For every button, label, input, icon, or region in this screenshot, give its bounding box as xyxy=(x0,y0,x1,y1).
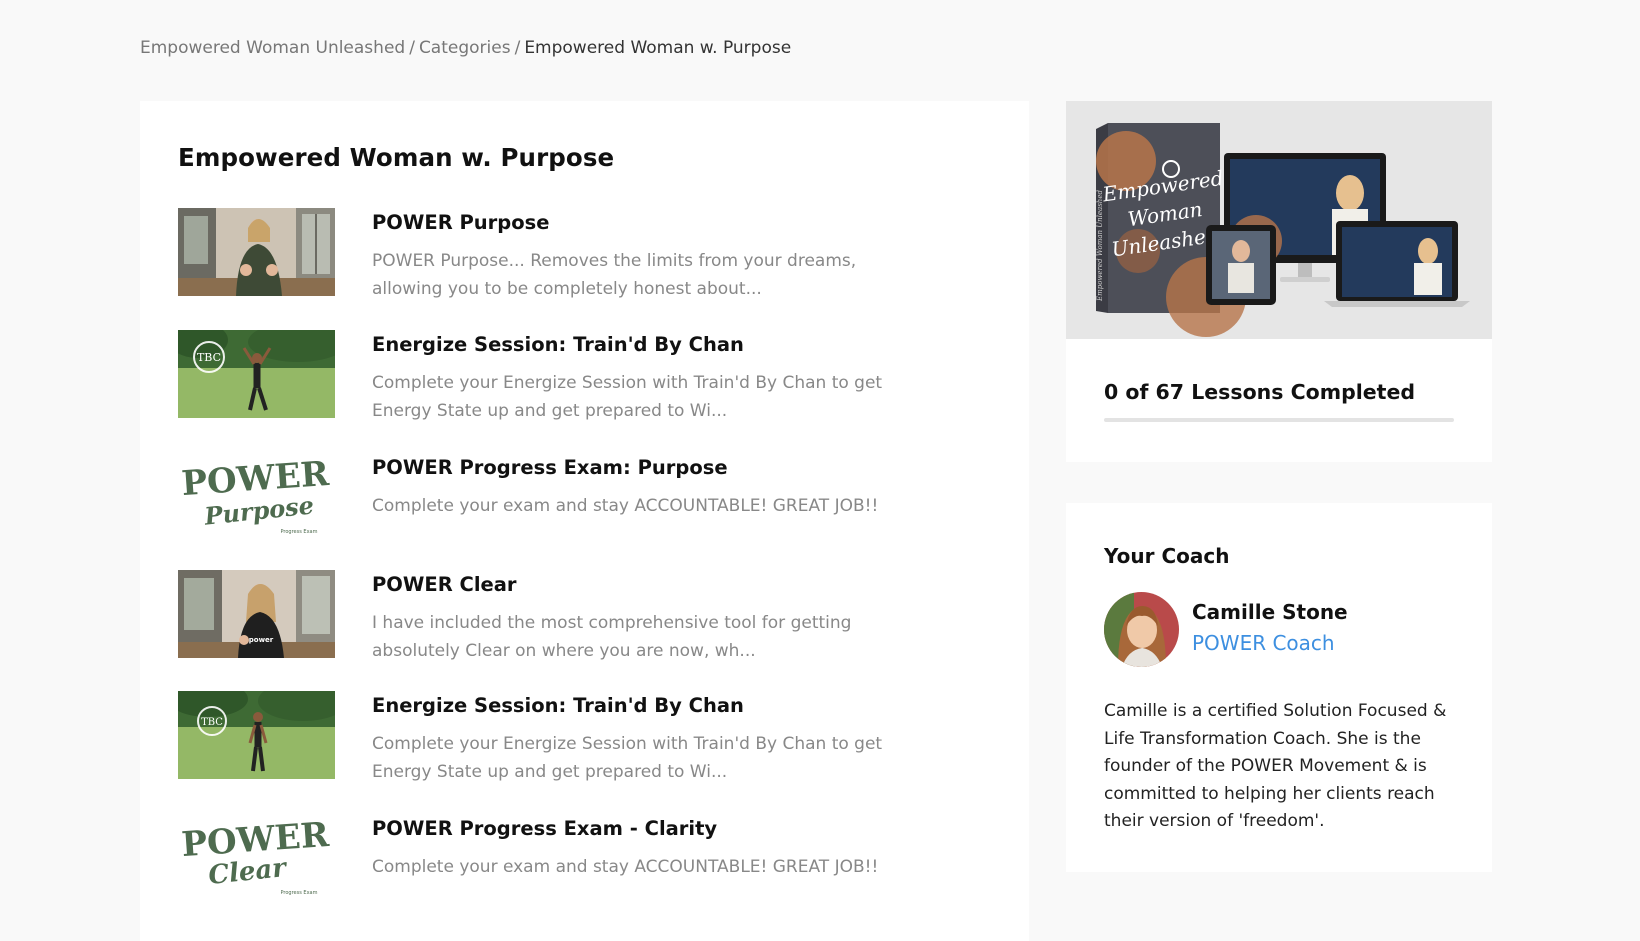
lesson-description: I have included the most comprehensive t… xyxy=(372,613,852,661)
lesson-title[interactable]: Energize Session: Train'd By Chan xyxy=(372,333,744,356)
course-bundle-image: Empowered Woman Unleashed Empowered Woma… xyxy=(1066,101,1492,339)
lesson-title[interactable]: POWER Progress Exam: Purpose xyxy=(372,456,728,479)
coach-name: Camille Stone xyxy=(1192,600,1348,624)
exam-caption: Progress Exam xyxy=(281,529,318,535)
coach-heading: Your Coach xyxy=(1104,544,1230,568)
breadcrumb-link-course[interactable]: Empowered Woman Unleashed xyxy=(140,38,405,58)
page-title: Empowered Woman w. Purpose xyxy=(178,143,615,172)
coach-card: Your Coach Camille Stone POWER Coach Cam… xyxy=(1066,503,1492,872)
lessons-panel: Empowered Woman w. Purpose POWER Purpose… xyxy=(140,101,1029,941)
breadcrumb-link-categories[interactable]: Categories xyxy=(419,38,511,58)
lessons-completed-text: 0 of 67 Lessons Completed xyxy=(1104,380,1416,404)
lesson-thumbnail[interactable]: power xyxy=(178,570,335,658)
lesson-description: Complete your exam and stay ACCOUNTABLE!… xyxy=(372,496,879,516)
lesson-description: Complete your Energize Session with Trai… xyxy=(372,734,883,782)
box-spine-text: Empowered Woman Unleashed xyxy=(1096,190,1104,302)
lesson-thumbnail[interactable]: TBC xyxy=(178,691,335,779)
breadcrumb: Empowered Woman Unleashed / Categories / Emp… xyxy=(140,38,791,58)
lesson-description: POWER Purpose... Removes the limits from… xyxy=(372,251,857,299)
breadcrumb-separator: / xyxy=(409,38,415,58)
coach-avatar xyxy=(1104,592,1179,667)
lesson-description: Complete your exam and stay ACCOUNTABLE!… xyxy=(372,857,879,877)
breadcrumb-separator: / xyxy=(514,38,521,58)
exam-caption: Progress Exam xyxy=(281,890,318,896)
breadcrumb-current: Empowered Woman w. Purpose xyxy=(524,38,792,58)
coach-bio: Camille is a certified Solution Focused … xyxy=(1104,701,1447,831)
tbc-logo: TBC xyxy=(197,351,221,364)
lesson-title[interactable]: Energize Session: Train'd By Chan xyxy=(372,694,744,717)
course-progress-card: Empowered Woman Unleashed Empowered Woma… xyxy=(1066,101,1492,462)
coach-role-link[interactable]: POWER Coach xyxy=(1192,631,1335,655)
lesson-thumbnail[interactable]: POWER Clear Progress Exam xyxy=(178,814,335,902)
lesson-thumbnail[interactable]: POWER Purpose Progress Exam xyxy=(178,453,335,541)
lesson-description: Complete your Energize Session with Trai… xyxy=(372,373,883,421)
lesson-thumbnail[interactable] xyxy=(178,208,335,296)
progress-bar xyxy=(1104,418,1454,422)
lesson-title[interactable]: POWER Purpose xyxy=(372,211,549,234)
lesson-title[interactable]: POWER Progress Exam - Clarity xyxy=(372,817,717,840)
lesson-thumbnail[interactable]: TBC xyxy=(178,330,335,418)
lesson-title[interactable]: POWER Clear xyxy=(372,573,517,596)
tbc-logo: TBC xyxy=(201,717,223,728)
shirt-text: power xyxy=(249,636,274,644)
